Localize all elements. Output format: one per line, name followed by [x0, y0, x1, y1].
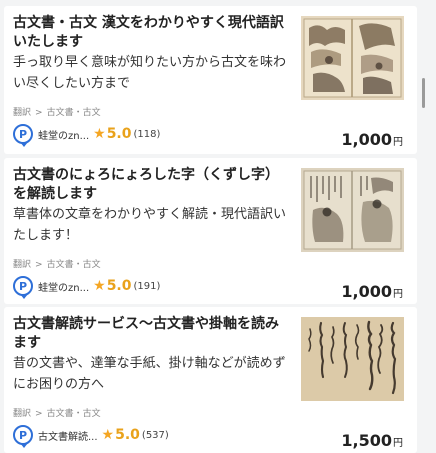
seller-info: P 古文書解読... ★ 5.0 (537)	[13, 424, 169, 448]
star-icon: ★	[93, 278, 106, 294]
woodblock-print-image[interactable]	[301, 16, 404, 100]
breadcrumb: 翻訳 > 古文書・古文	[13, 105, 101, 118]
breadcrumb-category[interactable]: 翻訳	[13, 108, 31, 118]
service-card[interactable]: 古文書のにょろにょろした字（くずし字）を解読します 草書体の文章をわかりやすく解…	[4, 158, 417, 304]
review-count: (118)	[133, 128, 161, 140]
seller-name[interactable]: 古文書解読...	[38, 428, 98, 443]
rating-value: 5.0	[106, 126, 132, 142]
breadcrumb: 翻訳 > 古文書・古文	[13, 257, 101, 270]
breadcrumb: 翻訳 > 古文書・古文	[13, 406, 101, 419]
scrollbar[interactable]	[422, 78, 425, 108]
calligraphy-scroll-image[interactable]	[301, 317, 404, 401]
price-value: 1,500	[341, 431, 392, 450]
pro-badge-icon: P	[13, 124, 33, 147]
service-title[interactable]: 古文書解読サービス～古文書や掛軸を読みます	[13, 315, 289, 353]
service-description: 昔の文書や、達筆な手紙、掛け軸などが読めずにお困りの方へ	[13, 356, 286, 392]
breadcrumb-separator: >	[35, 409, 43, 419]
star-icon: ★	[101, 427, 115, 443]
rating-value: 5.0	[106, 278, 132, 294]
service-title[interactable]: 古文書・古文 漢文をわかりやすく現代語訳いたします	[13, 14, 289, 52]
pro-badge-icon: P	[13, 276, 33, 299]
breadcrumb-subcategory[interactable]: 古文書・古文	[47, 108, 101, 118]
breadcrumb-separator: >	[35, 108, 43, 118]
star-icon: ★	[93, 126, 106, 142]
review-count: (191)	[133, 280, 161, 292]
service-card[interactable]: 古文書解読サービス～古文書や掛軸を読みます 昔の文書や、達筆な手紙、掛け軸などが…	[4, 307, 417, 453]
service-title[interactable]: 古文書のにょろにょろした字（くずし字）を解読します	[13, 166, 289, 204]
price: 1,000円	[341, 282, 403, 301]
breadcrumb-category[interactable]: 翻訳	[13, 260, 31, 270]
breadcrumb-category[interactable]: 翻訳	[13, 409, 31, 419]
breadcrumb-separator: >	[35, 260, 43, 270]
rating-value: 5.0	[115, 427, 140, 443]
breadcrumb-subcategory[interactable]: 古文書・古文	[47, 409, 101, 419]
price: 1,500円	[341, 431, 403, 450]
service-card[interactable]: 古文書・古文 漢文をわかりやすく現代語訳いたします 手っ取り早く意味が知りたい方…	[4, 6, 417, 154]
price: 1,000円	[341, 130, 403, 149]
pro-badge-icon: P	[13, 425, 33, 448]
seller-info: P 蛙堂のzn... ★ 5.0 (118)	[13, 123, 161, 147]
price-unit: 円	[393, 137, 403, 148]
breadcrumb-subcategory[interactable]: 古文書・古文	[47, 260, 101, 270]
seller-name[interactable]: 蛙堂のzn...	[38, 279, 89, 294]
service-description: 草書体の文章をわかりやすく解読・現代語訳いたします！	[13, 207, 287, 243]
seller-info: P 蛙堂のzn... ★ 5.0 (191)	[13, 275, 161, 299]
illustrated-manuscript-image[interactable]	[301, 168, 404, 252]
service-list: 古文書・古文 漢文をわかりやすく現代語訳いたします 手っ取り早く意味が知りたい方…	[0, 0, 436, 453]
price-unit: 円	[393, 438, 403, 449]
seller-name[interactable]: 蛙堂のzn...	[38, 127, 89, 142]
review-count: (537)	[141, 429, 169, 441]
price-value: 1,000	[341, 130, 392, 149]
price-unit: 円	[393, 289, 403, 300]
service-description: 手っ取り早く意味が知りたい方から古文を味わい尽くしたい方まで	[13, 55, 287, 91]
price-value: 1,000	[341, 282, 392, 301]
